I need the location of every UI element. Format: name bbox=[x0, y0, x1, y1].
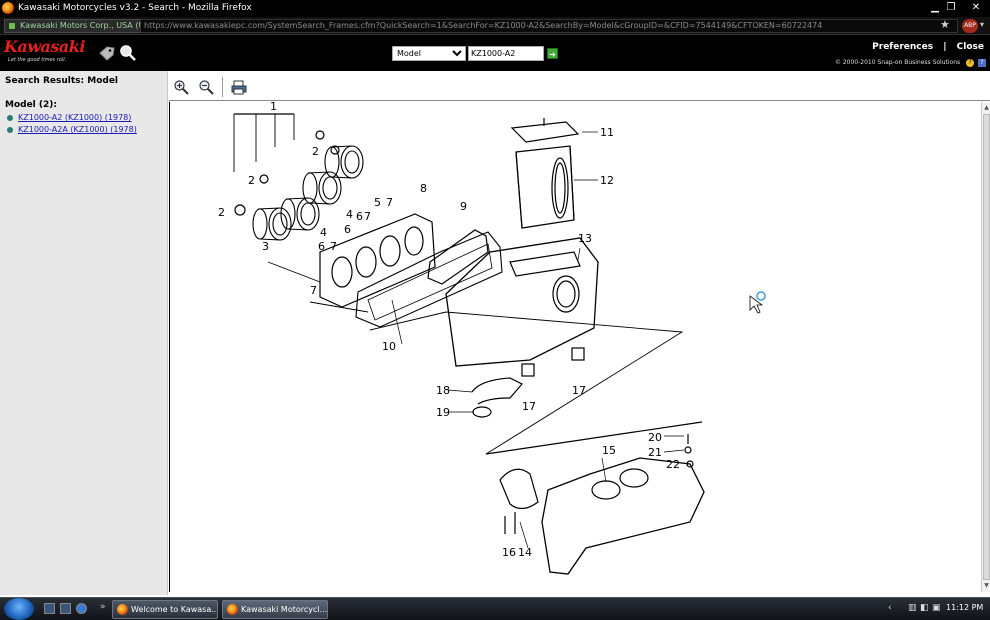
callout-22: 22 bbox=[666, 458, 680, 471]
tray-expand-icon[interactable]: ‹ bbox=[888, 603, 897, 613]
callout-1: 1 bbox=[270, 102, 277, 113]
maximize-button[interactable]: ❐ bbox=[944, 1, 958, 15]
callout-20: 20 bbox=[648, 431, 662, 444]
zoom-out-icon[interactable] bbox=[198, 79, 214, 95]
callout-5: 5 bbox=[374, 196, 381, 209]
chevron-down-icon[interactable]: ▾ bbox=[980, 20, 984, 29]
diagram-scrollbar[interactable]: ▲ ▼ bbox=[981, 102, 990, 592]
internet-explorer-icon[interactable] bbox=[76, 603, 87, 614]
window-title: Kawasaki Motorcycles v3.2 - Search - Moz… bbox=[18, 3, 252, 13]
preferences-link[interactable]: Preferences bbox=[872, 42, 933, 52]
callout-4b: 4 bbox=[320, 226, 327, 239]
site-identity-badge[interactable]: Kawasaki Motors Corp., USA (US) bbox=[4, 19, 159, 33]
taskbar-item-welcome[interactable]: Welcome to Kawasa... bbox=[112, 600, 218, 619]
bookmark-star-icon[interactable]: ★ bbox=[940, 18, 950, 31]
address-field[interactable]: https://www.kawasakiepc.com/SystemSearch… bbox=[140, 19, 958, 33]
callout-4a: 4 bbox=[346, 208, 353, 221]
minimize-button[interactable]: ▁ bbox=[928, 1, 942, 15]
callout-7d: 7 bbox=[310, 284, 317, 297]
system-tray: ‹ ▥ ◧ ▣ 11:12 PM bbox=[888, 598, 990, 620]
logo-wordmark: Kawasaki bbox=[4, 37, 85, 56]
callout-12: 12 bbox=[600, 174, 614, 187]
callout-21: 21 bbox=[648, 446, 662, 459]
callout-2b: 2 bbox=[248, 174, 255, 187]
list-item: KZ1000-A2 (KZ1000) (1978) bbox=[6, 112, 137, 124]
callout-16: 16 bbox=[502, 546, 516, 559]
results-list: KZ1000-A2 (KZ1000) (1978) KZ1000-A2A (KZ… bbox=[6, 112, 137, 136]
parts-tag-icon[interactable] bbox=[98, 44, 116, 62]
taskbar-item-kawasaki[interactable]: Kawasaki Motorcycl... bbox=[222, 600, 328, 619]
callout-2c: 2 bbox=[218, 206, 225, 219]
logo-tagline: Let the good times roll. bbox=[8, 57, 67, 63]
busy-cursor-icon bbox=[749, 291, 766, 314]
close-window-button[interactable]: ✕ bbox=[966, 1, 986, 15]
quick-search: Model ➜ bbox=[392, 46, 562, 62]
search-input[interactable] bbox=[468, 46, 544, 61]
link-separator: | bbox=[943, 42, 947, 52]
copyright-line: © 2000-2010 Snap-on Business Solutions ?… bbox=[835, 59, 986, 67]
callout-3: 3 bbox=[262, 240, 269, 253]
start-button[interactable] bbox=[4, 598, 34, 620]
kawasaki-logo[interactable]: Kawasaki Let the good times roll. bbox=[4, 39, 88, 67]
callout-13: 13 bbox=[578, 232, 592, 245]
scroll-down-icon[interactable]: ▼ bbox=[983, 582, 990, 590]
clock[interactable]: 11:12 PM bbox=[946, 603, 983, 612]
callout-19: 19 bbox=[436, 406, 450, 419]
quick-launch-chevron[interactable]: » bbox=[100, 602, 106, 612]
copyright-text: © 2000-2010 Snap-on Business Solutions bbox=[834, 59, 961, 66]
toolbar-divider bbox=[222, 77, 223, 97]
callout-9: 9 bbox=[460, 200, 467, 213]
parts-diagram[interactable]: 1 2 2 2 3 4 4 5 6 6 6 7 7 7 7 8 9 10 11 … bbox=[169, 102, 981, 592]
callout-6a: 6 bbox=[356, 210, 363, 223]
list-item: KZ1000-A2A (KZ1000) (1978) bbox=[6, 124, 137, 136]
results-group-label: Model (2): bbox=[5, 100, 57, 110]
callout-2a: 2 bbox=[312, 145, 319, 158]
zoom-in-icon[interactable] bbox=[173, 79, 189, 95]
callout-11: 11 bbox=[600, 126, 614, 139]
result-link-kz1000-a2[interactable]: KZ1000-A2 (KZ1000) (1978) bbox=[18, 113, 131, 122]
search-by-select[interactable]: Model bbox=[392, 46, 466, 61]
close-link[interactable]: Close bbox=[957, 42, 984, 52]
callout-18: 18 bbox=[436, 384, 450, 397]
adblock-icon[interactable]: ABP bbox=[962, 19, 978, 33]
browser-title-bar: Kawasaki Motorcycles v3.2 - Search - Moz… bbox=[0, 0, 990, 17]
volume-icon[interactable]: ◧ bbox=[920, 603, 929, 613]
scroll-up-icon[interactable]: ▲ bbox=[983, 104, 990, 112]
network-icon[interactable]: ▥ bbox=[908, 603, 917, 613]
callout-17b: 17 bbox=[572, 384, 586, 397]
help-icon[interactable]: ? bbox=[966, 59, 975, 67]
parts-diagram-drawing: 1 2 2 2 3 4 4 5 6 6 6 7 7 7 7 8 9 10 11 … bbox=[218, 102, 766, 575]
windows-taskbar: » Welcome to Kawasa... Kawasaki Motorcyc… bbox=[0, 597, 990, 620]
results-heading: Search Results: Model bbox=[5, 76, 119, 86]
callout-6b: 6 bbox=[344, 223, 351, 236]
navigation-bar: Kawasaki Motors Corp., USA (US) https://… bbox=[0, 17, 990, 35]
callout-6c: 6 bbox=[318, 240, 325, 253]
app-header: Kawasaki Let the good times roll. Model … bbox=[0, 35, 990, 71]
result-link-kz1000-a2a[interactable]: KZ1000-A2A (KZ1000) (1978) bbox=[18, 125, 137, 134]
callout-7b: 7 bbox=[386, 196, 393, 209]
search-results-sidebar: Search Results: Model Model (2): KZ1000-… bbox=[0, 71, 168, 595]
security-icon[interactable]: ▣ bbox=[932, 603, 941, 613]
search-icon[interactable] bbox=[119, 44, 137, 62]
scroll-thumb[interactable] bbox=[983, 114, 990, 580]
callout-8: 8 bbox=[420, 182, 427, 195]
info-icon[interactable]: ? bbox=[978, 59, 986, 67]
callout-7c: 7 bbox=[330, 240, 337, 253]
diagram-toolbar bbox=[169, 71, 990, 101]
callout-10: 10 bbox=[382, 340, 396, 353]
top-links: Preferences | Close bbox=[872, 42, 984, 52]
print-icon[interactable] bbox=[231, 79, 247, 95]
firefox-icon bbox=[2, 2, 14, 14]
callout-7a: 7 bbox=[364, 210, 371, 223]
callout-17a: 17 bbox=[522, 400, 536, 413]
show-desktop-icon[interactable] bbox=[44, 603, 55, 614]
callout-15: 15 bbox=[602, 444, 616, 457]
callout-14: 14 bbox=[518, 546, 532, 559]
switch-windows-icon[interactable] bbox=[60, 603, 71, 614]
go-button[interactable]: ➜ bbox=[547, 48, 558, 59]
